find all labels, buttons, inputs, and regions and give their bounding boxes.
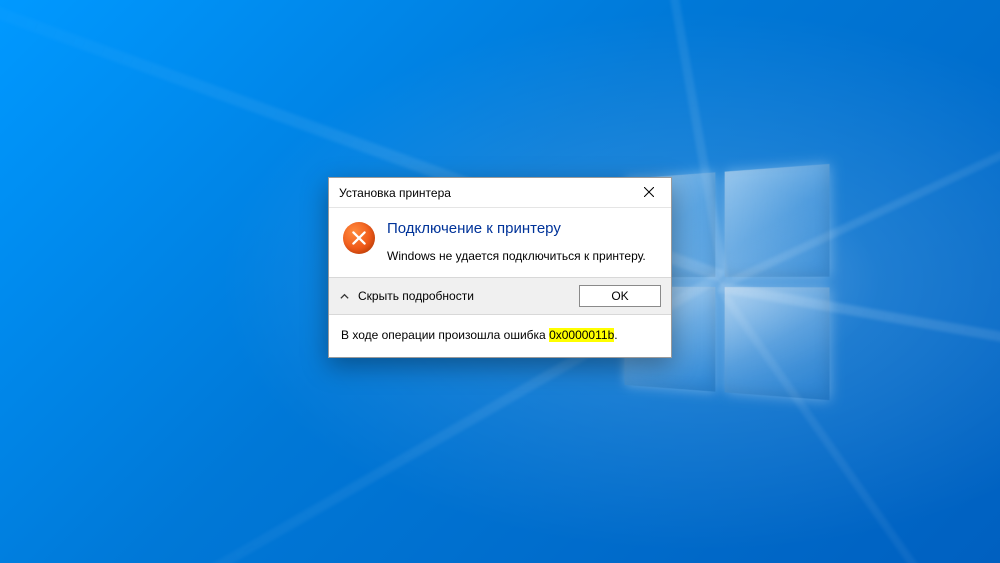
dialog-title: Установка принтера bbox=[339, 186, 451, 200]
dialog-command-bar: Скрыть подробности OK bbox=[329, 277, 671, 315]
details-text-suffix: . bbox=[614, 328, 617, 342]
dialog-details: В ходе операции произошла ошибка 0x00000… bbox=[329, 315, 671, 357]
error-dialog: Установка принтера Подключение к принтер… bbox=[328, 177, 672, 358]
ok-button[interactable]: OK bbox=[579, 285, 661, 307]
error-icon bbox=[343, 222, 375, 254]
error-code: 0x0000011b bbox=[549, 328, 614, 342]
dialog-body: Подключение к принтеру Windows не удаетс… bbox=[329, 208, 671, 277]
details-text-prefix: В ходе операции произошла ошибка bbox=[341, 328, 549, 342]
dialog-message: Windows не удается подключиться к принте… bbox=[387, 249, 657, 263]
chevron-up-icon bbox=[339, 291, 350, 302]
dialog-titlebar[interactable]: Установка принтера bbox=[329, 178, 671, 208]
close-button[interactable] bbox=[626, 178, 671, 208]
details-toggle[interactable]: Скрыть подробности bbox=[358, 289, 474, 303]
close-icon bbox=[644, 186, 654, 200]
dialog-heading: Подключение к принтеру bbox=[387, 220, 657, 237]
